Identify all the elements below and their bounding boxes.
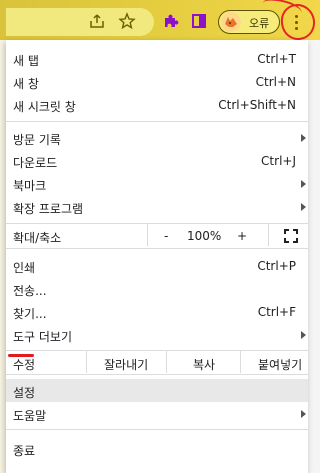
menu-item-label: 방문 기록 <box>13 133 61 147</box>
copy-button[interactable]: 복사 <box>193 356 215 373</box>
menu-item-label: 인쇄 <box>13 261 36 275</box>
menu-item-label: 도구 더보기 <box>13 330 73 344</box>
menu-item-print[interactable]: 인쇄 Ctrl+P <box>6 254 308 277</box>
menu-item-more-tools[interactable]: 도구 더보기 <box>6 323 308 346</box>
submenu-arrow-icon <box>301 410 306 418</box>
edit-divider <box>86 351 87 373</box>
submenu-arrow-icon <box>301 134 306 142</box>
page-background-right <box>308 40 320 473</box>
cut-button[interactable]: 잘라내기 <box>104 356 148 373</box>
zoom-in-button[interactable]: + <box>237 229 247 243</box>
menu-item-help[interactable]: 도움말 <box>6 402 308 425</box>
menu-item-new-window[interactable]: 새 창 Ctrl+N <box>6 70 308 93</box>
menu-item-shortcut: Ctrl+F <box>257 305 296 319</box>
menu-item-settings[interactable]: 설정 <box>6 379 308 402</box>
menu-item-label: 설정 <box>13 386 36 400</box>
menu-item-shortcut: Ctrl+T <box>257 52 296 66</box>
edit-label: 수정 <box>13 358 36 372</box>
menu-divider <box>6 248 308 249</box>
profile-avatar <box>221 12 241 32</box>
menu-item-cast[interactable]: 전송... <box>6 277 308 300</box>
edit-divider <box>166 351 167 373</box>
menu-item-label: 찾기... <box>13 307 47 321</box>
menu-divider <box>6 429 308 430</box>
zoom-label: 확대/축소 <box>13 231 62 245</box>
fox-avatar-icon <box>221 12 241 32</box>
edit-divider <box>240 351 241 373</box>
menu-item-label: 새 시크릿 창 <box>13 100 76 114</box>
menu-item-extensions[interactable]: 확장 프로그램 <box>6 195 308 218</box>
star-icon[interactable] <box>118 12 136 30</box>
menu-divider <box>6 374 308 375</box>
share-icon[interactable] <box>88 12 106 30</box>
menu-item-label: 북마크 <box>13 179 47 193</box>
menu-item-label: 종료 <box>13 444 36 458</box>
menu-item-downloads[interactable]: 다운로드 Ctrl+J <box>6 149 308 172</box>
menu-row-zoom: 확대/축소 <box>6 224 308 247</box>
chrome-main-menu: 새 탭 Ctrl+T 새 창 Ctrl+N 새 시크릿 창 Ctrl+Shift… <box>6 40 308 473</box>
menu-item-shortcut: Ctrl+J <box>261 154 296 168</box>
extensions-icon[interactable] <box>162 12 180 30</box>
menu-item-new-tab[interactable]: 새 탭 Ctrl+T <box>6 47 308 70</box>
menu-item-label: 다운로드 <box>13 156 58 170</box>
submenu-arrow-icon <box>301 331 306 339</box>
menu-item-label: 도움말 <box>13 409 47 423</box>
paste-button[interactable]: 붙여넣기 <box>258 356 302 373</box>
menu-item-bookmarks[interactable]: 북마크 <box>6 172 308 195</box>
zoom-divider <box>268 224 269 246</box>
menu-item-incognito[interactable]: 새 시크릿 창 Ctrl+Shift+N <box>6 93 308 116</box>
submenu-arrow-icon <box>301 180 306 188</box>
zoom-out-button[interactable]: - <box>164 229 168 243</box>
submenu-arrow-icon <box>301 203 306 211</box>
zoom-divider <box>147 224 148 246</box>
menu-item-find[interactable]: 찾기... Ctrl+F <box>6 300 308 323</box>
menu-item-label: 전송... <box>13 284 47 298</box>
fullscreen-icon[interactable] <box>284 229 298 243</box>
menu-item-shortcut: Ctrl+N <box>255 75 296 89</box>
menu-item-shortcut: Ctrl+Shift+N <box>218 98 296 112</box>
menu-item-shortcut: Ctrl+P <box>257 259 296 273</box>
menu-divider <box>6 121 308 122</box>
profile-status-label: 오류 <box>249 17 270 30</box>
zoom-level: 100% <box>187 229 222 243</box>
browser-toolbar: 오류 <box>0 0 320 43</box>
side-panel-icon[interactable] <box>190 12 208 30</box>
annotation-underline <box>8 354 34 357</box>
menu-item-history[interactable]: 방문 기록 <box>6 126 308 149</box>
menu-item-label: 확장 프로그램 <box>13 202 84 216</box>
menu-item-label: 새 창 <box>13 77 39 91</box>
menu-item-exit[interactable]: 종료 <box>6 437 308 460</box>
menu-item-label: 새 탭 <box>13 54 39 68</box>
